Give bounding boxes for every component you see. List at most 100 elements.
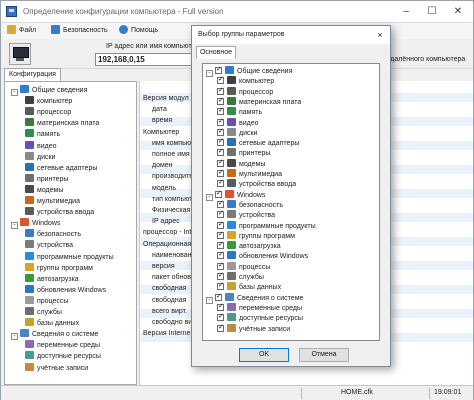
processes-icon [227, 261, 236, 270]
disk-icon [227, 127, 236, 136]
tree-item[interactable]: группы программ [25, 262, 93, 274]
checkbox[interactable] [217, 302, 224, 312]
checkbox[interactable] [217, 117, 224, 127]
modem-icon [227, 158, 236, 167]
tree-item[interactable]: сетевые адаптеры [25, 162, 97, 174]
tree-item-label: модемы [37, 186, 64, 194]
tree-item[interactable]: - Сведения о системе [11, 329, 98, 341]
collapse-icon[interactable]: - [11, 333, 18, 341]
checkbox-tree-item[interactable]: устройства [217, 209, 275, 220]
tree-item[interactable]: диски [25, 151, 55, 163]
tree-item[interactable]: мультимедиа [25, 196, 80, 207]
tree-item[interactable]: модемы [25, 184, 64, 196]
checkbox[interactable] [217, 168, 224, 178]
tree-item-label: устройства [37, 242, 74, 250]
minimize-icon[interactable]: – [393, 1, 419, 23]
tree-item[interactable]: видео [25, 140, 57, 152]
close-icon[interactable]: ✕ [445, 1, 471, 23]
checkbox-tree-item[interactable]: принтеры [217, 147, 270, 158]
checkbox-tree-item[interactable]: автозагрузка [217, 240, 281, 251]
collapse-icon[interactable]: - [11, 89, 18, 96]
checkbox[interactable] [217, 158, 224, 168]
tree-item[interactable]: процессор [25, 107, 71, 118]
collapse-icon[interactable]: - [206, 296, 213, 304]
checkbox[interactable] [217, 209, 224, 219]
collapse-icon[interactable]: - [206, 70, 213, 77]
tree-item[interactable]: службы [25, 307, 62, 318]
tab-configuration[interactable]: Конфигурация [4, 68, 61, 81]
maximize-icon[interactable]: ☐ [419, 1, 445, 23]
tree-item[interactable]: безопасность [25, 229, 81, 240]
checkbox[interactable] [217, 86, 224, 96]
close-icon[interactable]: × [374, 29, 386, 41]
tree-item[interactable]: учётные записи [25, 362, 88, 374]
checkbox-tree-item[interactable]: материнская плата [217, 96, 301, 107]
checkbox-tree-item[interactable]: процессор [217, 86, 273, 97]
tree-item[interactable]: устройства ввода [25, 207, 94, 218]
tree-item[interactable]: программные продукты [25, 251, 114, 263]
detail-label: свободная [152, 296, 187, 304]
checkbox-tree-item[interactable]: модемы [217, 158, 265, 169]
tree-item[interactable]: процессы [25, 295, 68, 307]
checkbox-tree-item[interactable]: компьютер [217, 75, 274, 86]
tab-basic[interactable]: Основное [196, 46, 236, 59]
checkbox[interactable] [217, 261, 224, 271]
local-computer-button[interactable] [9, 43, 31, 65]
status-separator [301, 388, 302, 399]
checkbox[interactable] [217, 106, 224, 116]
checkbox[interactable] [217, 147, 224, 157]
tree-item[interactable]: - Общие сведения [11, 85, 87, 96]
checkbox-tree-item[interactable]: службы [217, 271, 264, 282]
memory-icon [25, 129, 34, 138]
checkbox-tree-item[interactable]: базы данных [217, 281, 281, 292]
checkbox[interactable] [217, 220, 224, 230]
collapse-icon[interactable]: - [11, 222, 18, 230]
tree-item[interactable]: принтеры [25, 173, 68, 185]
checkbox-tree-item[interactable]: безопасность [217, 199, 283, 210]
checkbox-tree-item[interactable]: обновления Windows [217, 250, 308, 261]
ok-button[interactable]: OK [239, 348, 289, 362]
checkbox[interactable] [217, 281, 224, 291]
tree-item[interactable]: устройства [25, 240, 73, 251]
cancel-button[interactable]: Отмена [299, 348, 349, 362]
checkbox-tree-item[interactable]: доступные ресурсы [217, 312, 303, 323]
tree-item[interactable]: базы данных [25, 318, 79, 329]
checkbox[interactable] [217, 127, 224, 137]
checkbox[interactable] [217, 312, 224, 322]
tree-item[interactable]: обновления Windows [25, 284, 106, 296]
checkbox[interactable] [217, 230, 224, 240]
checkbox[interactable] [217, 271, 224, 281]
checkbox-tree-item[interactable]: группы программ [217, 230, 295, 241]
checkbox[interactable] [217, 96, 224, 106]
ip-input[interactable]: 192,168,0,15 [95, 53, 195, 66]
tree-item[interactable]: материнская плата [25, 118, 99, 129]
menu-help[interactable]: Помощь [119, 25, 158, 37]
checkbox[interactable] [215, 189, 222, 199]
tree-item[interactable]: автозагрузка [25, 273, 79, 285]
collapse-icon[interactable]: - [206, 193, 213, 201]
tree-item[interactable]: компьютер [25, 96, 72, 107]
menu-file[interactable]: Файл [7, 25, 36, 37]
checkbox[interactable] [215, 65, 222, 75]
checkbox-tree-item[interactable]: переменные среды [217, 302, 302, 313]
tree-item[interactable]: память [25, 129, 60, 140]
checkbox[interactable] [217, 178, 224, 188]
checkbox-tree-item[interactable]: учётные записи [217, 323, 290, 334]
checkbox[interactable] [217, 75, 224, 85]
checkbox[interactable] [217, 199, 224, 209]
checkbox[interactable] [217, 137, 224, 147]
checkbox-tree-item[interactable]: - Windows [206, 189, 265, 201]
checkbox-tree-item[interactable]: мультимедиа [217, 168, 282, 179]
checkbox-tree-item[interactable]: устройства ввода [217, 178, 296, 189]
tree-item[interactable]: доступные ресурсы [25, 351, 101, 362]
checkbox-tree-item[interactable]: процессы [217, 261, 270, 272]
checkbox[interactable] [217, 323, 224, 333]
tree-item[interactable]: - Windows [11, 218, 60, 230]
checkbox-tree-item[interactable]: программные продукты [217, 220, 316, 231]
tree-item[interactable]: переменные среды [25, 340, 100, 351]
checkbox[interactable] [217, 240, 224, 250]
checkbox-tree-item[interactable]: сетевые адаптеры [217, 137, 299, 148]
menu-security[interactable]: Безопасность [51, 25, 108, 37]
checkbox[interactable] [217, 250, 224, 260]
checkbox[interactable] [215, 292, 222, 302]
